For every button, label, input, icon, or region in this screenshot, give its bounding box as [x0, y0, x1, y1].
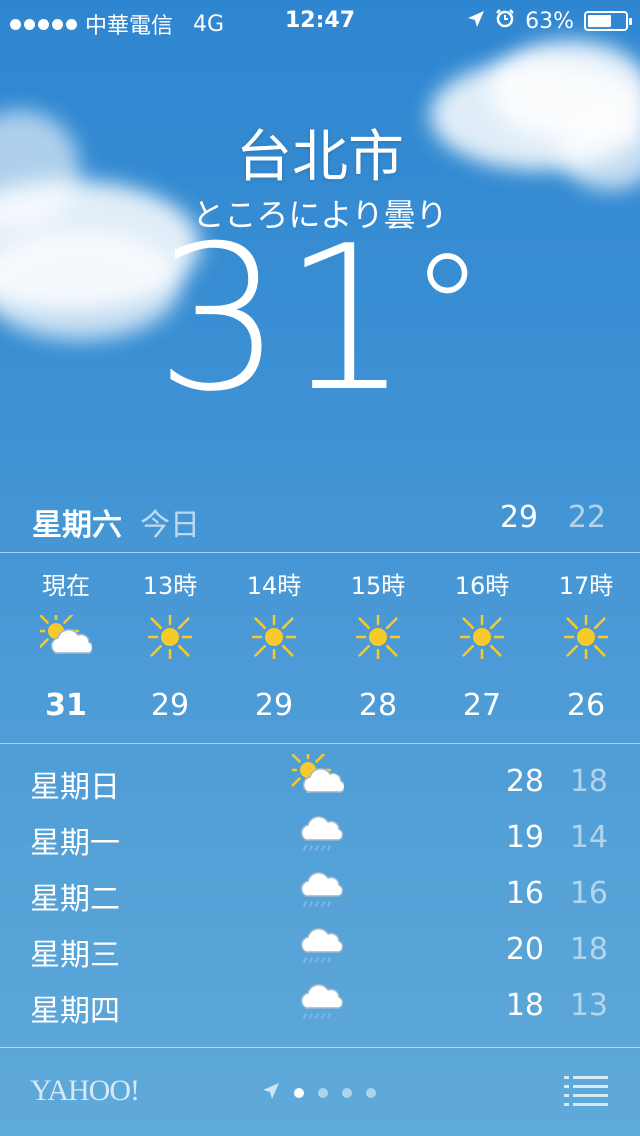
today-summary[interactable]: 星期六 今日 29 22 [0, 496, 640, 552]
city-name: 台北市 [236, 125, 404, 190]
day-high: 18 [505, 988, 544, 1023]
day-low: 16 [569, 876, 608, 911]
footer-toolbar: YAHOO! [0, 1048, 640, 1136]
sun-icon [534, 602, 638, 672]
hour-item: 17時 26 [534, 566, 638, 723]
page-dot [294, 1088, 304, 1098]
today-day: 星期六 [32, 508, 122, 543]
hour-temp: 26 [566, 688, 606, 723]
hour-item: 15時 28 [326, 566, 430, 723]
battery-icon [584, 11, 632, 31]
day-name: 星期三 [30, 938, 120, 973]
hour-label: 現在 [42, 572, 90, 600]
hour-label: 14時 [246, 572, 302, 600]
page-indicator[interactable] [262, 1082, 376, 1104]
hour-temp: 31 [45, 688, 87, 723]
day-high: 20 [505, 932, 544, 967]
day-low: 13 [569, 988, 608, 1023]
daily-row: 星期一 19 14 [0, 812, 640, 868]
day-low: 14 [569, 820, 608, 855]
daily-row: 星期三 20 18 [0, 924, 640, 980]
hour-label: 17時 [558, 572, 614, 600]
day-high: 16 [505, 876, 544, 911]
hour-temp: 27 [462, 688, 502, 723]
rain-icon [292, 978, 344, 1030]
sun-icon [118, 602, 222, 672]
status-bar: 中華電信 4G 12:47 63% [0, 0, 640, 40]
yahoo-logo[interactable]: YAHOO! [30, 1074, 140, 1108]
hour-item: 13時 29 [118, 566, 222, 723]
sun-icon [430, 602, 534, 672]
daily-row: 星期日 28 18 [0, 746, 640, 812]
hour-temp: 29 [150, 688, 190, 723]
rain-icon [292, 810, 344, 862]
day-low: 18 [569, 764, 608, 799]
current-temperature: 31° [0, 220, 640, 420]
temperature-value: 31 [155, 203, 410, 436]
hour-item: 16時 27 [430, 566, 534, 723]
day-high: 19 [505, 820, 544, 855]
hour-label: 13時 [142, 572, 198, 600]
hour-item: 現在 31 [14, 566, 118, 723]
partly-cloudy-icon [14, 602, 118, 672]
partly-cloudy-icon [284, 746, 346, 806]
hour-item: 14時 29 [222, 566, 326, 723]
degree-symbol: ° [409, 223, 485, 397]
alarm-icon [495, 8, 515, 34]
battery-percent: 63% [525, 8, 574, 34]
day-name: 星期日 [30, 770, 120, 805]
day-name: 星期二 [30, 882, 120, 917]
hour-label: 15時 [350, 572, 406, 600]
daily-forecast[interactable]: 星期日 28 18 星期一 19 14 星期二 16 16 星期三 20 18 … [0, 746, 640, 1036]
daily-row: 星期二 16 16 [0, 868, 640, 924]
today-label: 今日 [140, 508, 200, 543]
hour-temp: 29 [254, 688, 294, 723]
day-name: 星期一 [30, 826, 120, 861]
sun-icon [222, 602, 326, 672]
page-dot [318, 1088, 328, 1098]
divider [0, 552, 640, 553]
city-list-icon[interactable] [564, 1076, 608, 1106]
day-name: 星期四 [30, 994, 120, 1029]
rain-icon [292, 866, 344, 918]
location-arrow-icon [262, 1082, 280, 1104]
today-low: 22 [567, 500, 606, 535]
location-arrow-icon [467, 9, 485, 34]
today-high: 29 [499, 500, 538, 535]
daily-row: 星期四 18 13 [0, 980, 640, 1036]
day-high: 28 [505, 764, 544, 799]
divider [0, 743, 640, 744]
day-low: 18 [569, 932, 608, 967]
page-dot [366, 1088, 376, 1098]
rain-icon [292, 922, 344, 974]
hour-label: 16時 [454, 572, 510, 600]
page-dot [342, 1088, 352, 1098]
sun-icon [326, 602, 430, 672]
hour-temp: 28 [358, 688, 398, 723]
hourly-forecast[interactable]: 現在 31 13時 29 14時 29 15時 28 16時 27 17時 26 [14, 566, 640, 723]
